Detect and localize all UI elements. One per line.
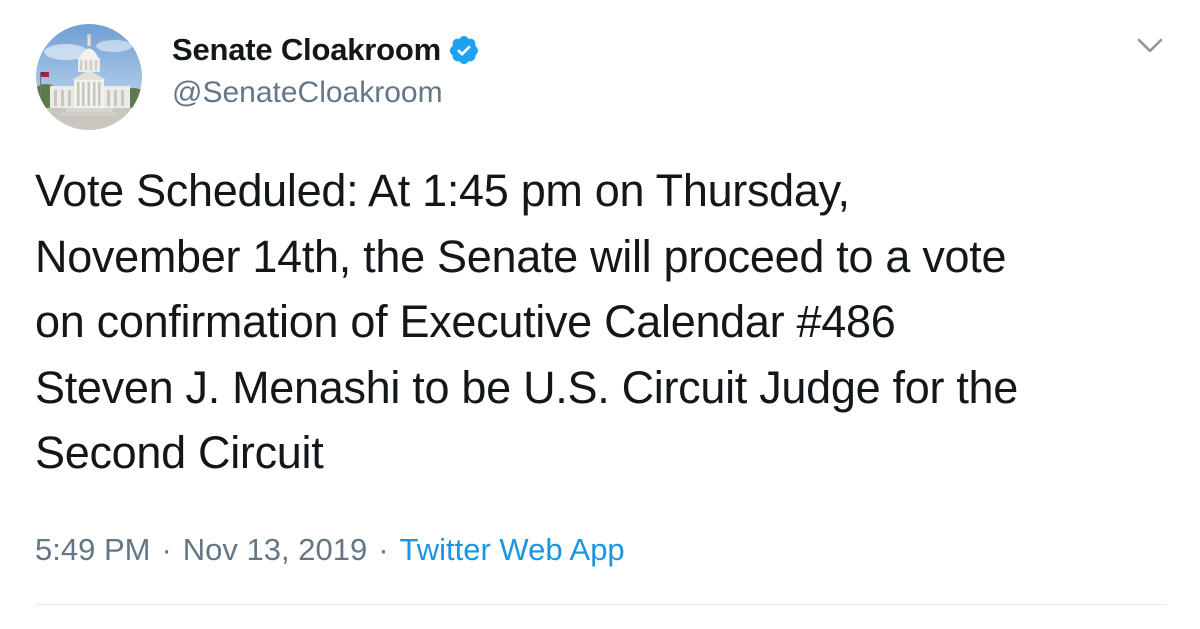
display-name[interactable]: Senate Cloakroom [172,32,441,68]
tweet-text-line: November 14th, the Senate will proceed t… [35,230,1007,282]
avatar[interactable] [36,24,142,130]
tweet: Senate Cloakroom @SenateCloakroom Vote S… [0,0,1200,629]
tweet-source-link[interactable]: Twitter Web App [400,532,625,568]
tweet-text-line: on confirmation of Executive Calendar #4… [35,296,896,347]
author-name-row: Senate Cloakroom [172,30,480,70]
chevron-down-icon[interactable] [1136,36,1164,56]
tweet-text: Vote Scheduled: At 1:45 pm on Thursday, N… [35,158,1185,486]
divider [35,604,1166,605]
tweet-time[interactable]: 5:49 PM [35,532,150,568]
author-handle[interactable]: @SenateCloakroom [172,76,443,110]
verified-badge-icon [448,34,480,66]
tweet-date[interactable]: Nov 13, 2019 [183,532,367,568]
tweet-text-line: Vote Scheduled: At 1:45 pm on Thursday, [35,165,850,216]
meta-separator: · [378,532,389,567]
tweet-metadata: 5:49 PM · Nov 13, 2019 · Twitter Web App [35,530,625,570]
meta-separator: · [161,532,172,567]
tweet-text-line: Second Circuit [35,427,324,478]
capitol-building-icon [36,24,142,130]
tweet-text-line: Steven J. Menashi to be U.S. Circuit Jud… [35,361,1018,413]
